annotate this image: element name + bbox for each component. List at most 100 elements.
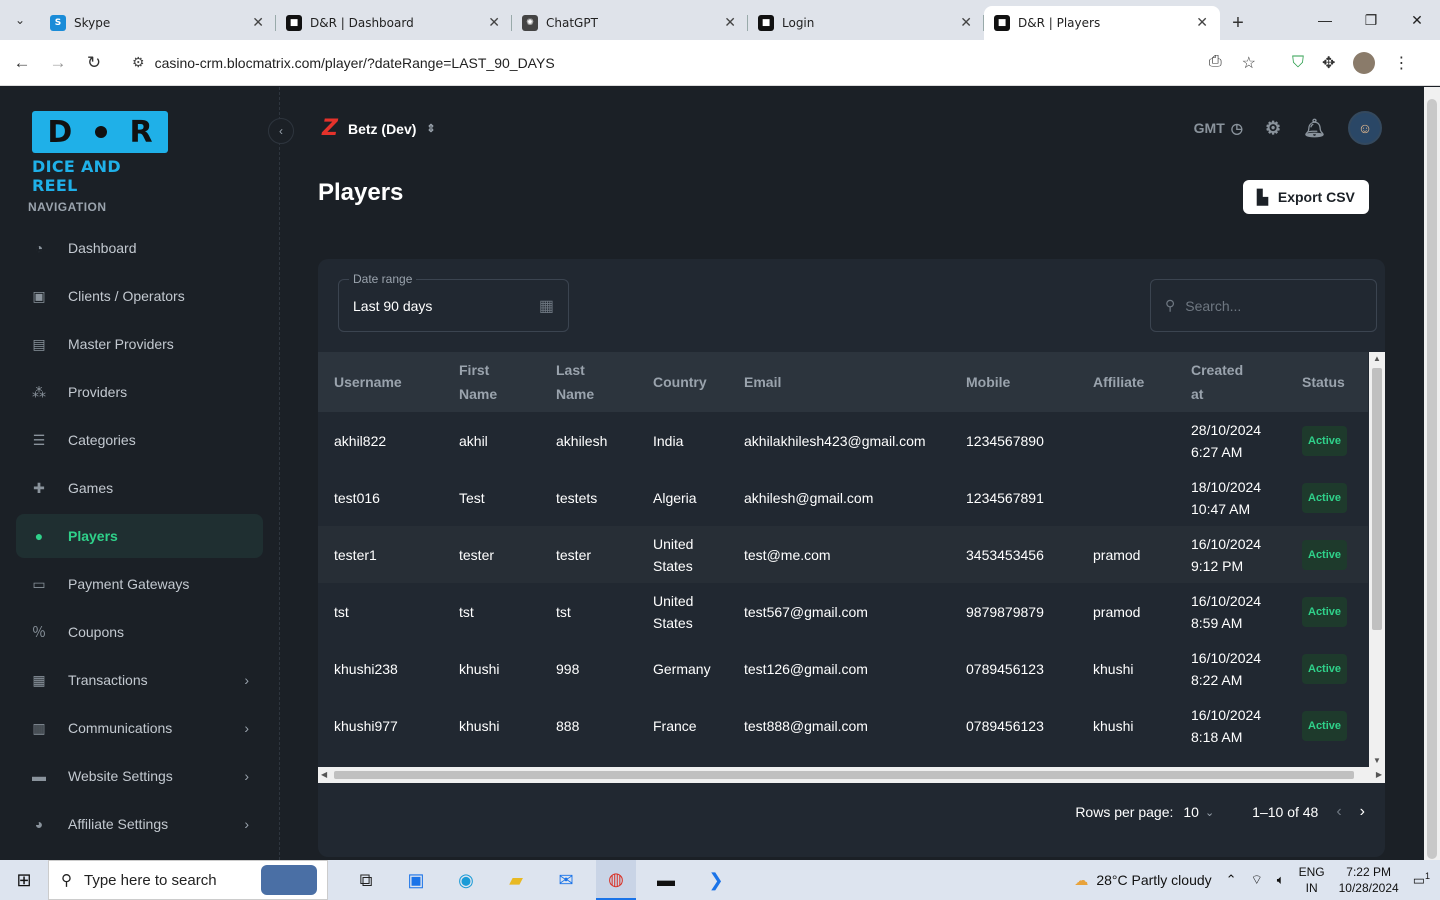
previous-page-button[interactable]: ‹ [1336,803,1341,821]
install-app-icon[interactable]: ⎙ [1209,53,1222,73]
terminal-icon[interactable]: ▬ [646,860,686,900]
restore-button[interactable]: ❐ [1348,0,1394,40]
weather-widget[interactable]: ☁ 28°C Partly cloudy [1074,872,1211,889]
bookmark-star-icon[interactable]: ☆ [1242,53,1256,73]
task-view-icon[interactable]: ⧉ [346,860,386,900]
language-indicator[interactable]: ENG IN [1299,864,1325,896]
dice-and-reel-logo[interactable]: D R DICE AND REEL [32,111,168,195]
store-icon[interactable]: ▣ [396,860,436,900]
volume-icon[interactable]: 🔈︎ [1277,872,1285,888]
scroll-down-arrow-icon[interactable]: ▼ [1373,756,1381,765]
sidebar-item-affiliate-settings[interactable]: ◕ Affiliate Settings › [16,802,263,846]
shield-extension-icon[interactable]: ⛉ [1292,54,1304,72]
table-row[interactable]: akhil822 akhil akhilesh India akhilakhilesh4… [318,412,1368,469]
tab-close-icon[interactable]: ✕ [1196,15,1208,31]
column-header[interactable]: Created at [1175,352,1286,412]
table-row[interactable]: tester1 tester tester United States test@me.… [318,526,1368,583]
scroll-left-arrow-icon[interactable]: ◀ [321,770,327,779]
table-row[interactable]: tst tst tst United States test567@gmail.com 9… [318,583,1368,640]
table-row[interactable]: khushi977 khushi 888 France test888@gmail.co… [318,697,1368,754]
column-header[interactable]: Affiliate [1077,352,1175,412]
sidebar-item-coupons[interactable]: ％ Coupons [16,610,263,654]
forward-button[interactable]: → [40,53,76,73]
settings-gear-icon[interactable]: ⚙ [1265,118,1281,139]
tray-chevron-up-icon[interactable]: ⌃ [1226,872,1237,888]
sidebar-item-website-settings[interactable]: ▬ Website Settings › [16,754,263,798]
collapse-sidebar-button[interactable]: ‹ [268,118,294,144]
tab-close-icon[interactable]: ✕ [960,15,972,31]
sidebar-item-dashboard[interactable]: ◔ Dashboard [16,226,263,270]
outlook-icon[interactable]: ✉ [546,860,586,900]
scroll-right-arrow-icon[interactable]: ▶ [1376,770,1382,779]
url-bar[interactable]: ⚙ casino-crm.blocmatrix.com/player/?date… [122,45,1272,80]
column-header[interactable]: Last Name [540,352,637,412]
network-icon[interactable]: ⌔ [1251,872,1263,888]
timezone-selector[interactable]: GMT ◷ [1194,120,1243,137]
browser-tab[interactable]: S Skype ✕ [40,6,276,40]
tab-close-icon[interactable]: ✕ [724,15,736,31]
brand-selector[interactable]: Z Betz (Dev) ⇕ [322,116,436,141]
sidebar-item-payment-gateways[interactable]: ▭ Payment Gateways [16,562,263,606]
tab-search-dropdown[interactable]: ⌄ [0,0,40,40]
search-field[interactable]: ⚲ [1150,279,1377,332]
windows-start-button[interactable]: ⊞ [0,860,48,900]
file-explorer-icon[interactable]: ▰ [496,860,536,900]
export-csv-button[interactable]: ▙ Export CSV [1243,180,1369,214]
browser-tab[interactable]: ■ Login ✕ [748,6,984,40]
extensions-puzzle-icon[interactable]: ✥ [1322,53,1335,73]
back-button[interactable]: ← [4,53,40,73]
taskbar-search[interactable]: ⚲ Type here to search [48,860,328,900]
edge-icon[interactable]: ◉ [446,860,486,900]
sidebar-item-communications[interactable]: ▥ Communications › [16,706,263,750]
browser-tab[interactable]: ✺ ChatGPT ✕ [512,6,748,40]
column-header[interactable]: Country [637,352,728,412]
table-horizontal-scrollbar[interactable]: ◀ ▶ [318,767,1385,783]
scroll-up-arrow-icon[interactable]: ▲ [1373,354,1381,363]
column-header[interactable]: First Name [443,352,540,412]
page-vertical-scrollbar[interactable] [1424,87,1440,860]
new-tab-button[interactable]: + [1220,6,1256,40]
next-page-button[interactable]: › [1360,803,1365,821]
table-vertical-scrollbar[interactable]: ▲ ▼ [1369,352,1385,767]
profile-avatar[interactable] [1353,51,1376,74]
minimize-button[interactable]: — [1302,0,1348,40]
vscode-icon[interactable]: ❯ [696,860,736,900]
sidebar-item-providers[interactable]: ⁂ Providers [16,370,263,414]
sidebar-item-players[interactable]: ● Players [16,514,263,558]
reload-button[interactable]: ↻ [76,53,112,73]
tab-close-icon[interactable]: ✕ [252,15,264,31]
close-window-button[interactable]: ✕ [1394,0,1440,40]
chrome-icon[interactable]: ◍ [596,860,636,900]
column-header[interactable]: Status [1286,352,1368,412]
column-header[interactable]: Username [318,352,443,412]
sidebar-item-transactions[interactable]: ▦ Transactions › [16,658,263,702]
browser-tab[interactable]: ■ D&R | Dashboard ✕ [276,6,512,40]
table-row[interactable]: khushi238 khushi 998 Germany test126@gmail.c… [318,640,1368,697]
column-header[interactable]: Email [728,352,950,412]
sidebar-item-clients-operators[interactable]: ▣ Clients / Operators [16,274,263,318]
table-cell: 16/10/2024 8:18 AM [1191,706,1262,745]
sidebar-item-categories[interactable]: ☰ Categories [16,418,263,462]
tab-close-icon[interactable]: ✕ [488,15,500,31]
page-scroll-thumb[interactable] [1427,99,1437,859]
table-cell: akhil [459,432,488,449]
notification-bell-icon[interactable]: 🔔︎ [1303,118,1326,139]
rows-per-page-select[interactable]: 10 ⌄ [1183,804,1214,820]
site-info-icon[interactable]: ⚙ [132,54,145,71]
browser-menu-icon[interactable]: ⋮ [1393,53,1409,73]
table-row[interactable]: test016 Test testets Algeria akhilesh@gmail.… [318,469,1368,526]
user-avatar[interactable]: ☺ [1348,111,1382,145]
column-header[interactable]: Mobile [950,352,1077,412]
table-row[interactable]: 16/10/2024 [318,754,1368,767]
browser-tab[interactable]: ■ D&R | Players ✕ [984,6,1220,40]
sidebar-item-master-providers[interactable]: ▤ Master Providers [16,322,263,366]
table-vertical-scroll-thumb[interactable] [1372,368,1382,630]
notification-center-icon[interactable]: ▭1 [1413,871,1430,888]
search-input[interactable] [1185,297,1356,314]
clock[interactable]: 7:22 PM 10/28/2024 [1339,864,1399,896]
sidebar-item-games[interactable]: ✚ Games [16,466,263,510]
gamepad-icon: ✚ [33,479,45,496]
calendar-icon[interactable]: ▦ [539,296,554,316]
date-range-picker[interactable]: Date range Last 90 days ▦ [338,272,569,332]
table-horizontal-scroll-thumb[interactable] [334,771,1354,779]
